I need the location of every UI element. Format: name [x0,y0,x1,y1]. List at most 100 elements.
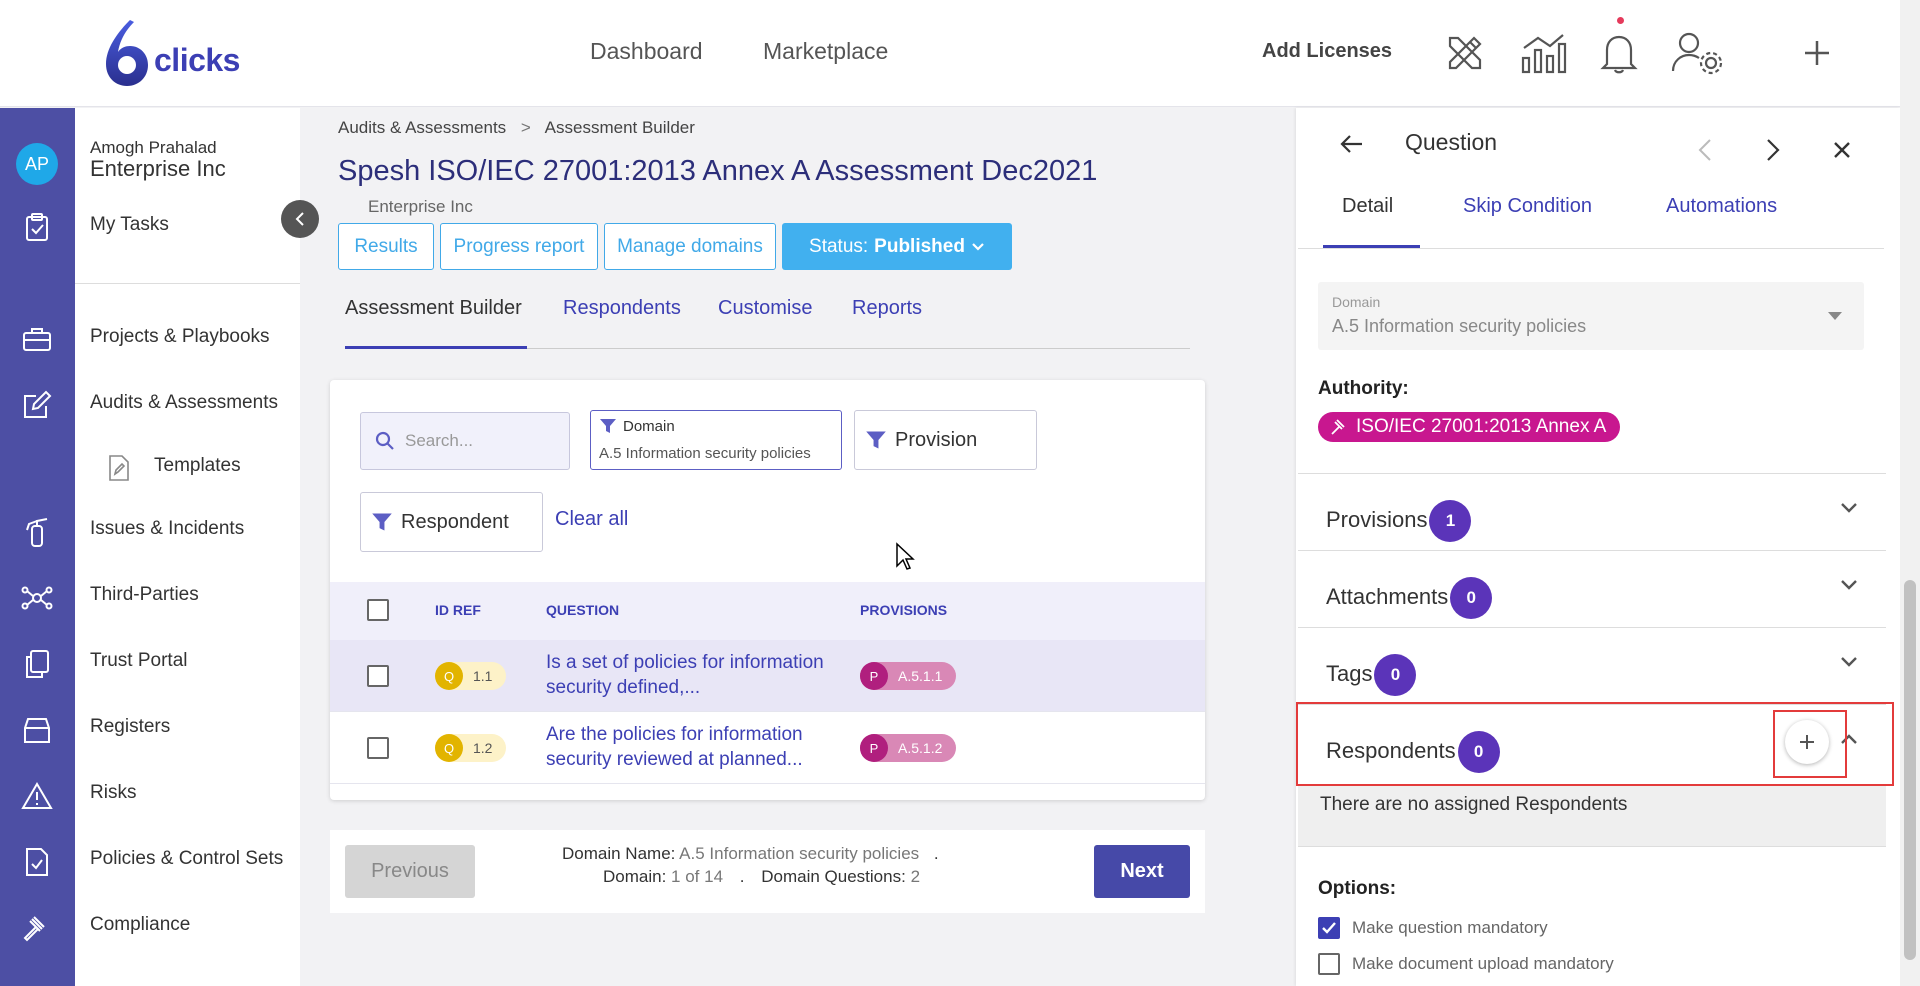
question-type-badge: Q [435,662,463,690]
row-checkbox[interactable] [367,665,389,687]
fire-extinguisher-icon[interactable] [18,513,56,551]
breadcrumb-audits[interactable]: Audits & Assessments [338,118,506,137]
status-dropdown-button[interactable]: Status: Published [782,223,1012,270]
domain-filter[interactable]: Domain A.5 Information security policies [590,410,842,470]
avatar[interactable]: AP [16,143,58,185]
nav-dashboard[interactable]: Dashboard [590,38,703,65]
sidebar-item-trust-portal[interactable]: Trust Portal [90,650,188,672]
filter-icon [866,431,886,449]
pager-domain-info: Domain: 1 of 14 . Domain Questions: 2 [603,867,920,887]
page-title: Spesh ISO/IEC 27001:2013 Annex A Assessm… [338,155,1098,187]
select-all-checkbox[interactable] [367,599,389,621]
tab-assessment-builder[interactable]: Assessment Builder [345,297,522,320]
tab-detail[interactable]: Detail [1342,195,1393,218]
next-button[interactable]: Next [1094,845,1190,898]
warning-icon[interactable] [18,777,56,815]
tab-reports[interactable]: Reports [852,297,922,320]
column-header-question[interactable]: QUESTION [546,602,619,618]
briefcase-icon[interactable] [18,320,56,358]
sidebar-item-compliance[interactable]: Compliance [90,914,190,936]
authority-value: ISO/IEC 27001:2013 Annex A [1356,416,1607,437]
sidebar-item-registers[interactable]: Registers [90,716,170,738]
question-id-chip: Q 1.2 [435,734,507,762]
mouse-cursor-icon [895,542,915,577]
manage-domains-button[interactable]: Manage domains [604,223,776,270]
active-tab-indicator [345,346,527,349]
sidebar-item-projects-playbooks[interactable]: Projects & Playbooks [90,326,270,348]
chevron-down-icon [1841,580,1857,590]
user-settings-icon[interactable] [1670,28,1726,78]
authority-chip[interactable]: ISO/IEC 27001:2013 Annex A [1318,412,1621,442]
question-text[interactable]: Are the policies for information securit… [546,722,836,772]
sidebar-item-policies-control-sets[interactable]: Policies & Control Sets [90,848,283,870]
back-arrow-icon[interactable] [1340,132,1364,161]
logo[interactable]: clicks [100,18,240,88]
results-button[interactable]: Results [338,223,434,270]
menu-divider [75,283,300,284]
progress-report-button[interactable]: Progress report [440,223,598,270]
authority-label: Authority: [1318,378,1409,399]
network-icon[interactable] [18,579,56,617]
tab-automations[interactable]: Automations [1666,195,1777,218]
tab-customise[interactable]: Customise [718,297,812,320]
domain-questions-label: Domain Questions: [761,867,906,886]
mandatory-upload-checkbox[interactable] [1318,953,1340,975]
panel-tabs-divider [1298,248,1884,249]
provisions-title: Provisions [1326,507,1428,532]
collapse-sidebar-button[interactable] [281,200,319,238]
chevron-right-icon[interactable] [1766,138,1780,167]
sidebar-item-templates[interactable]: Templates [154,455,241,477]
search-icon [375,431,394,450]
documents-icon[interactable] [18,645,56,683]
sidebar-item-third-parties[interactable]: Third-Parties [90,584,199,606]
attachments-title: Attachments [1326,584,1449,609]
logo-text: clicks [154,41,240,78]
tags-section[interactable]: Tags 0 [1298,627,1886,704]
gavel-icon[interactable] [18,909,56,947]
sidebar-item-risks[interactable]: Risks [90,782,136,804]
sidebar-item-audits-assessments[interactable]: Audits & Assessments [90,392,278,414]
gavel-icon [1331,419,1345,435]
tab-skip-condition[interactable]: Skip Condition [1463,195,1592,218]
respondent-filter[interactable]: Respondent [360,492,543,552]
close-icon[interactable] [1832,140,1852,165]
mandatory-question-checkbox[interactable] [1318,917,1340,939]
no-respondents-text: There are no assigned Respondents [1320,794,1628,815]
caret-down-icon [1828,312,1842,320]
org-name[interactable]: Enterprise Inc [90,156,226,182]
sidebar-item-my-tasks[interactable]: My Tasks [90,214,169,236]
page-subtitle: Enterprise Inc [368,197,473,216]
sidebar-item-issues-incidents[interactable]: Issues & Incidents [90,518,244,540]
edit-icon[interactable] [18,386,56,424]
scrollbar-thumb[interactable] [1904,580,1916,960]
provision-type-badge: P [860,662,888,690]
logo-six-icon [100,18,152,88]
clear-all-link[interactable]: Clear all [555,508,628,531]
add-icon[interactable] [1792,28,1842,78]
question-text[interactable]: Is a set of policies for information sec… [546,650,836,700]
analytics-icon[interactable] [1518,28,1568,78]
previous-button[interactable]: Previous [345,845,475,898]
add-licenses-button[interactable]: Add Licenses [1262,40,1392,63]
provisions-section[interactable]: Provisions 1 [1298,473,1886,550]
archive-icon[interactable] [18,711,56,749]
clipboard-check-icon[interactable] [18,208,56,246]
option-mandatory-upload[interactable]: Make document upload mandatory [1318,953,1614,975]
provision-id: A.5.1.2 [898,740,943,756]
column-header-id-ref[interactable]: ID REF [435,602,481,618]
policy-icon[interactable] [18,843,56,881]
tab-respondents[interactable]: Respondents [563,297,681,320]
row-checkbox[interactable] [367,737,389,759]
pager-domain-name: Domain Name: A.5 Information security po… [562,844,939,864]
provision-filter[interactable]: Provision [854,410,1037,470]
bell-icon[interactable] [1594,28,1644,78]
chevron-left-icon[interactable] [1698,138,1712,167]
add-respondent-button[interactable] [1785,720,1829,764]
domain-select[interactable]: Domain A.5 Information security policies [1318,282,1864,350]
search-input[interactable]: Search... [360,412,570,470]
design-tools-icon[interactable] [1440,28,1490,78]
option-mandatory-question[interactable]: Make question mandatory [1318,917,1548,939]
column-header-provisions[interactable]: PROVISIONS [860,602,947,618]
nav-marketplace[interactable]: Marketplace [763,38,888,65]
attachments-section[interactable]: Attachments 0 [1298,550,1886,627]
